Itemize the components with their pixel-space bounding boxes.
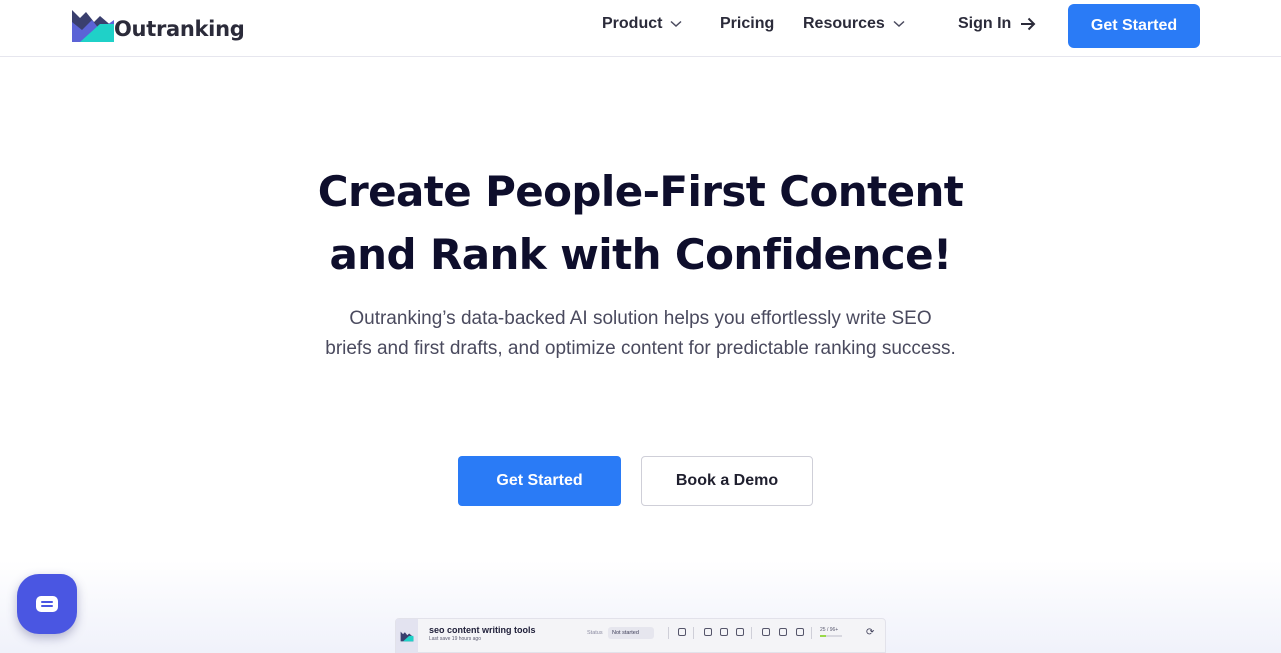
get-started-nav-button[interactable]: Get Started	[1068, 4, 1200, 48]
brand-logo[interactable]: Outranking	[70, 8, 245, 44]
home-icon	[678, 628, 686, 636]
preview-status-label: Status	[587, 630, 603, 636]
save-icon	[720, 628, 728, 636]
outranking-logo-icon	[72, 10, 114, 42]
preview-logo-icon	[396, 619, 418, 653]
preview-status-select: Not started	[608, 627, 654, 639]
sign-in-label: Sign In	[958, 15, 1012, 32]
comment-icon	[779, 628, 787, 636]
chat-widget-button[interactable]	[17, 574, 77, 634]
nav-item-product[interactable]: Product	[602, 15, 682, 33]
app-preview-toolbar: seo content writing tools Last save 19 h…	[395, 618, 886, 653]
preview-divider	[668, 627, 669, 639]
top-navigation: Outranking Product Pricing Resources Sig…	[0, 0, 1281, 57]
note-icon	[762, 628, 770, 636]
preview-score-bar	[820, 635, 842, 637]
preview-doc-title: seo content writing tools	[429, 625, 536, 635]
hero-subtitle: Outranking’s data-backed AI solution hel…	[325, 308, 956, 359]
nav-item-resources[interactable]: Resources	[803, 15, 905, 33]
chevron-down-icon	[670, 20, 682, 28]
chevron-down-icon	[893, 20, 905, 28]
nav-item-label: Product	[602, 15, 663, 32]
preview-last-saved: Last save 19 hours ago	[429, 636, 481, 642]
hero-title: Create People-First Content and Rank wit…	[240, 160, 1041, 286]
hero-title-line-1: Create People-First Content	[317, 167, 964, 216]
nav-item-label: Resources	[803, 15, 885, 32]
hero-title-line-2: and Rank with Confidence!	[329, 230, 952, 279]
chat-icon	[36, 596, 58, 612]
arrow-right-icon	[1021, 17, 1036, 31]
preview-score-bar-fill	[820, 635, 826, 637]
nav-item-pricing[interactable]: Pricing	[720, 15, 774, 33]
share-icon	[796, 628, 804, 636]
preview-score: 25 / 96+	[820, 627, 839, 633]
magic-icon	[736, 628, 744, 636]
brand-name: Outranking	[114, 17, 245, 41]
sign-in-link[interactable]: Sign In	[958, 15, 1036, 33]
refresh-icon: ⟳	[866, 627, 875, 638]
book-demo-button[interactable]: Book a Demo	[641, 456, 813, 506]
preview-divider	[693, 627, 694, 639]
get-started-button[interactable]: Get Started	[458, 456, 621, 506]
document-icon	[704, 628, 712, 636]
nav-item-label: Pricing	[720, 15, 775, 32]
preview-divider	[811, 627, 812, 639]
preview-divider	[751, 627, 752, 639]
